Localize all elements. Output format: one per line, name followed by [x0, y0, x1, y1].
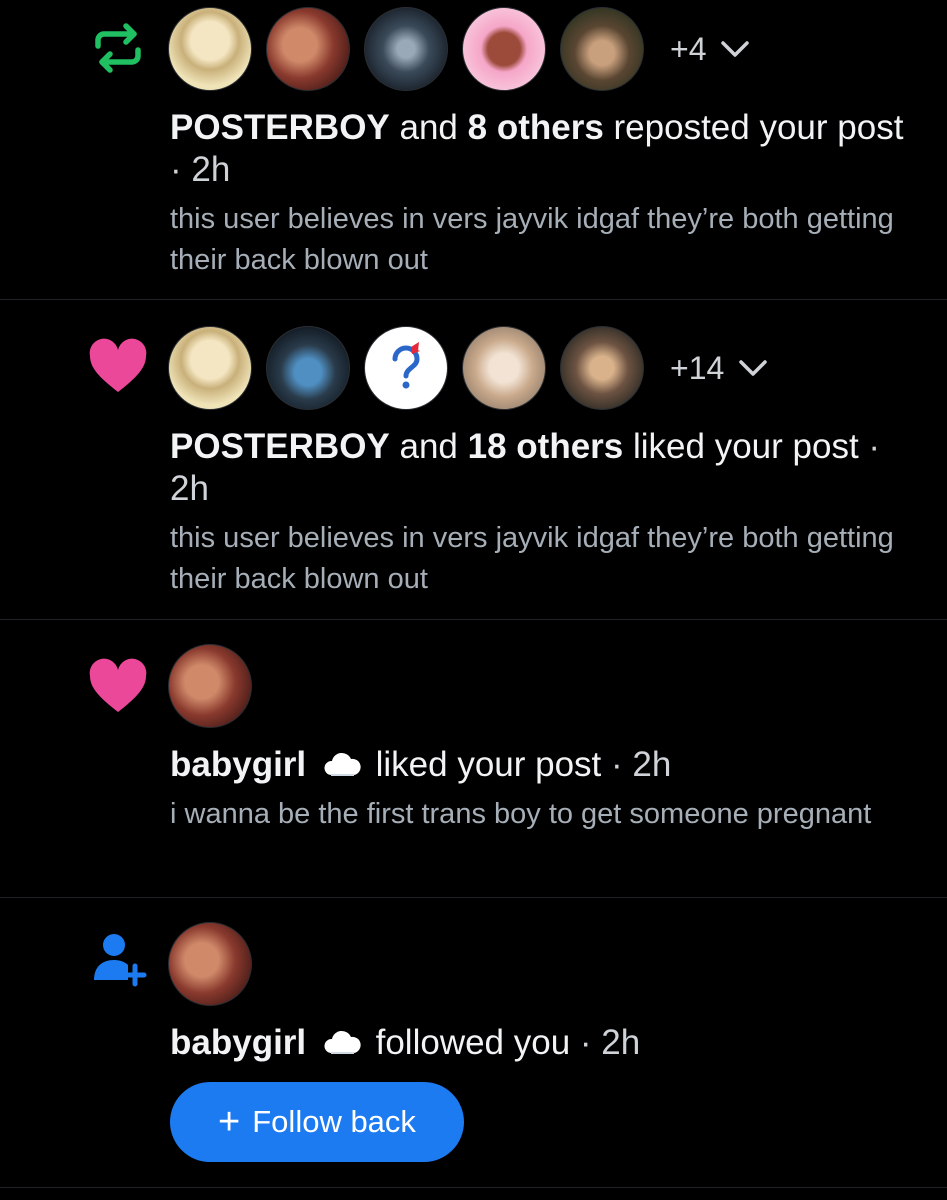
- avatar[interactable]: [168, 922, 252, 1006]
- avatar[interactable]: [462, 7, 546, 91]
- others-count[interactable]: 8 others: [468, 108, 604, 147]
- actor-name[interactable]: babygirl: [170, 1023, 306, 1062]
- follow-back-label: Follow back: [252, 1104, 416, 1139]
- avatar[interactable]: [266, 326, 350, 410]
- avatar[interactable]: [560, 7, 644, 91]
- avatar-group[interactable]: +4: [168, 7, 750, 91]
- chevron-down-icon: [721, 41, 750, 57]
- heart-icon: [89, 658, 147, 712]
- avatar[interactable]: [168, 326, 252, 410]
- post-snippet[interactable]: this user believes in vers jayvik idgaf …: [170, 518, 907, 600]
- action-text: liked your post: [375, 745, 602, 784]
- notification-headline: POSTERBOY and 18 others liked your post …: [170, 426, 907, 510]
- avatar[interactable]: [266, 7, 350, 91]
- notification-like-group[interactable]: +14 POSTERBOY and 18 others liked your p…: [0, 300, 947, 620]
- timestamp: · 2h: [579, 1023, 641, 1062]
- action-text: reposted your post: [613, 108, 904, 147]
- avatar-group[interactable]: [168, 644, 266, 728]
- more-count: +14: [670, 349, 725, 386]
- avatar-group[interactable]: +14: [168, 326, 768, 410]
- avatar-group[interactable]: [168, 922, 266, 1006]
- avatar[interactable]: [364, 7, 448, 91]
- follow-back-button[interactable]: + Follow back: [170, 1082, 464, 1162]
- add-user-icon: [94, 934, 147, 987]
- repost-icon: [95, 23, 141, 73]
- post-snippet[interactable]: this user believes in vers jayvik idgaf …: [170, 199, 907, 281]
- actor-name[interactable]: babygirl: [170, 745, 306, 784]
- notification-like[interactable]: babygirl liked your post · 2h i wanna be…: [0, 620, 947, 898]
- notification-headline: babygirl followed you · 2h: [170, 1022, 907, 1064]
- conjunction: and: [399, 108, 458, 147]
- others-count[interactable]: 18 others: [468, 427, 624, 466]
- notifications-feed: +4 POSTERBOY and 8 others reposted your …: [0, 0, 947, 1188]
- action-text: liked your post: [633, 427, 859, 466]
- notification-follow[interactable]: babygirl followed you · 2h: [0, 898, 947, 1188]
- actor-name[interactable]: POSTERBOY: [170, 108, 390, 147]
- cloud-icon: [324, 1030, 361, 1054]
- more-count: +4: [670, 30, 707, 67]
- notification-repost[interactable]: +4 POSTERBOY and 8 others reposted your …: [0, 0, 947, 300]
- avatar[interactable]: [168, 7, 252, 91]
- avatar[interactable]: [462, 326, 546, 410]
- timestamp: · 2h: [611, 745, 672, 784]
- cloud-icon: [324, 752, 361, 776]
- avatar[interactable]: [168, 644, 252, 728]
- timestamp: · 2h: [170, 150, 231, 189]
- post-snippet[interactable]: i wanna be the first trans boy to get so…: [170, 794, 907, 835]
- avatar[interactable]: [364, 326, 448, 410]
- notification-headline: babygirl liked your post · 2h: [170, 744, 907, 786]
- chevron-down-icon: [739, 360, 768, 376]
- expand-avatars-toggle[interactable]: +4: [670, 31, 750, 68]
- plus-icon: +: [218, 1101, 241, 1143]
- expand-avatars-toggle[interactable]: +14: [670, 350, 768, 387]
- notification-headline: POSTERBOY and 8 others reposted your pos…: [170, 107, 907, 191]
- actor-name[interactable]: POSTERBOY: [170, 427, 390, 466]
- conjunction: and: [399, 427, 458, 466]
- heart-icon: [89, 338, 147, 392]
- action-text: followed you: [375, 1023, 571, 1062]
- question-mark-icon: [392, 342, 420, 389]
- avatar[interactable]: [560, 326, 644, 410]
